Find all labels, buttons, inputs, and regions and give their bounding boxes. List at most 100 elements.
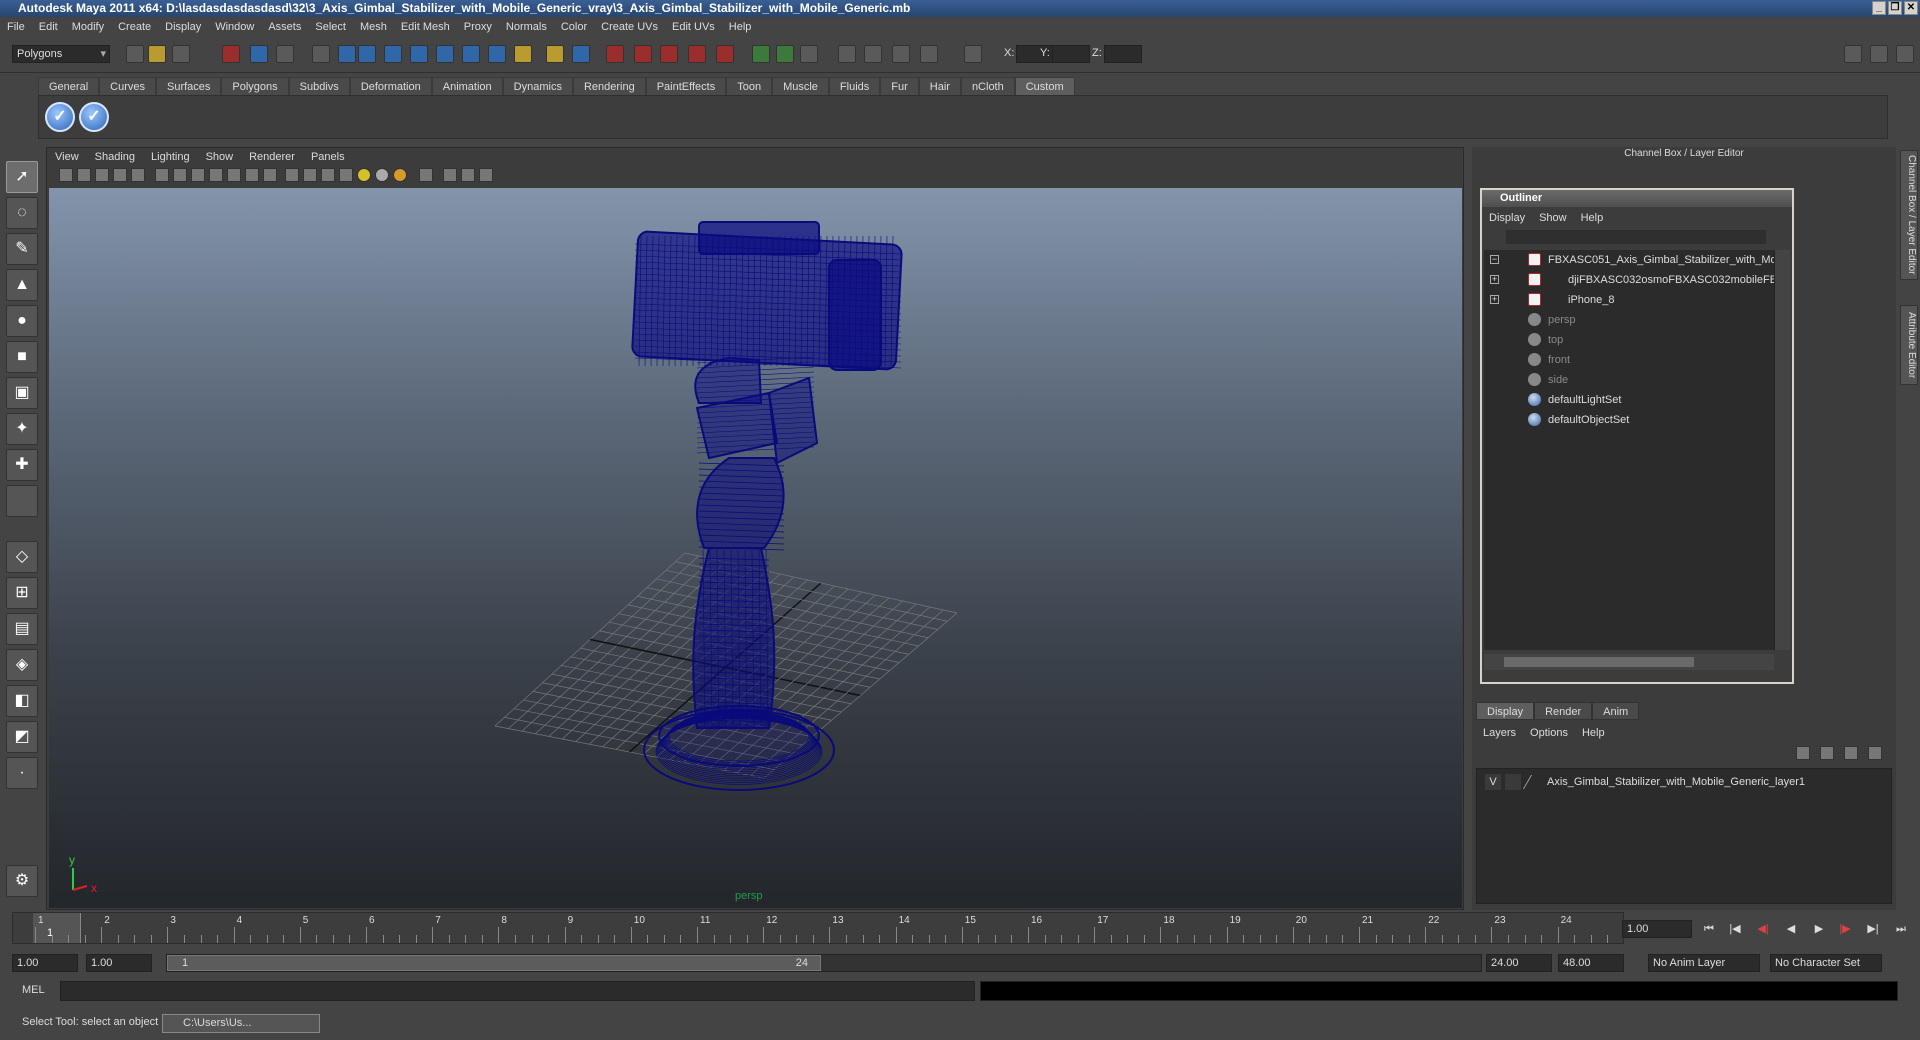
shelf-tab-deformation[interactable]: Deformation xyxy=(349,77,432,95)
shade-all-icon[interactable] xyxy=(285,168,299,182)
character-set-select[interactable]: No Character Set xyxy=(1770,954,1882,972)
menu-assets[interactable]: Assets xyxy=(261,17,308,37)
wire-on-shaded-icon[interactable] xyxy=(303,168,317,182)
history-icon[interactable] xyxy=(462,45,480,63)
menu-proxy[interactable]: Proxy xyxy=(457,17,499,37)
shelf-tab-painteffects[interactable]: PaintEffects xyxy=(645,77,727,95)
minimize-button[interactable]: _ xyxy=(1872,1,1886,15)
range-slider[interactable]: 1 24 xyxy=(166,954,1482,972)
shelf-tab-curves[interactable]: Curves xyxy=(99,77,156,95)
isolate-select-icon[interactable] xyxy=(419,168,433,182)
help-query-icon[interactable] xyxy=(514,45,532,63)
new-scene-icon[interactable] xyxy=(126,45,144,63)
bookmark-icon[interactable] xyxy=(95,168,109,182)
play-backwards-button[interactable]: ◀ xyxy=(1782,921,1800,937)
start-time-field[interactable]: 1.00 xyxy=(12,954,78,972)
layer-visibility-toggle[interactable]: V xyxy=(1485,774,1501,790)
check-icon[interactable]: ✓ xyxy=(45,102,75,132)
outliner-menu-display[interactable]: Display xyxy=(1482,209,1532,227)
outliner-vertical-scrollbar[interactable] xyxy=(1774,250,1790,650)
viewport-menu-renderer[interactable]: Renderer xyxy=(241,148,303,166)
outliner-menu-help[interactable]: Help xyxy=(1574,209,1611,227)
shelf-tab-surfaces[interactable]: Surfaces xyxy=(155,77,222,95)
viewport-menu-lighting[interactable]: Lighting xyxy=(143,148,198,166)
side-tab-channel-box[interactable]: Channel Box / Layer Editor xyxy=(1900,150,1918,280)
select-component-icon[interactable] xyxy=(276,45,294,63)
expand-toggle-icon[interactable]: + xyxy=(1490,295,1499,304)
transform-field-icon[interactable] xyxy=(964,45,982,63)
outliner-horizontal-scrollbar[interactable] xyxy=(1484,654,1774,670)
outliner-item[interactable]: persp xyxy=(1484,310,1774,330)
menu-create-uvs[interactable]: Create UVs xyxy=(594,17,665,37)
shelf-tab-general[interactable]: General xyxy=(38,77,100,95)
batch-render-icon[interactable] xyxy=(892,45,910,63)
shelf-tab-muscle[interactable]: Muscle xyxy=(772,77,829,95)
expand-toggle-icon[interactable]: − xyxy=(1490,255,1499,264)
menu-file[interactable]: File xyxy=(0,17,32,37)
menu-modify[interactable]: Modify xyxy=(65,17,111,37)
move-layer-up-icon[interactable] xyxy=(1796,746,1810,760)
show-manipulator-icon[interactable]: ✚ xyxy=(6,449,38,481)
z-field[interactable] xyxy=(1104,45,1142,63)
layer-menu-layers[interactable]: Layers xyxy=(1476,724,1523,742)
four-view-layout-icon[interactable]: ⊞ xyxy=(6,577,38,609)
render-globals-icon[interactable] xyxy=(864,45,882,63)
playblast-icon[interactable] xyxy=(920,45,938,63)
menu-edit-mesh[interactable]: Edit Mesh xyxy=(394,17,457,37)
menu-create[interactable]: Create xyxy=(111,17,158,37)
hypershade-icon[interactable] xyxy=(660,45,678,63)
current-frame-field[interactable]: 1.00 xyxy=(1622,920,1692,938)
outliner-item[interactable]: + iPhone_8 xyxy=(1484,290,1774,310)
viewport-menu-panels[interactable]: Panels xyxy=(303,148,353,166)
select-tool-icon[interactable]: ➚ xyxy=(6,161,38,193)
new-layer-from-selection-icon[interactable] xyxy=(1868,746,1882,760)
select-object-icon[interactable] xyxy=(250,45,268,63)
channel-box-toggle-icon[interactable] xyxy=(800,45,818,63)
safe-action-icon[interactable] xyxy=(191,168,205,182)
default-light-icon[interactable] xyxy=(357,168,371,182)
outliner-item[interactable]: + djiFBXASC032osmoFBXASC032mobileFBX xyxy=(1484,270,1774,290)
ipr-render-icon[interactable] xyxy=(606,45,624,63)
menu-edit-uvs[interactable]: Edit UVs xyxy=(665,17,722,37)
scale-tool-icon[interactable]: ■ xyxy=(6,341,38,373)
render-current-frame-icon[interactable] xyxy=(572,45,590,63)
time-slider[interactable]: 1 1 2 3 4 5 6 7 8 9 10 11 12 13 14 15 16 17 18 19 20 21 22 23 2… xyxy=(12,912,1624,944)
end-time-field[interactable]: 48.00 xyxy=(1558,954,1624,972)
image-plane-icon[interactable] xyxy=(113,168,127,182)
film-gate-icon[interactable] xyxy=(131,168,145,182)
make-live-icon[interactable] xyxy=(436,45,454,63)
outliner-menu-show[interactable]: Show xyxy=(1532,209,1574,227)
shadows-icon[interactable] xyxy=(393,168,407,182)
hypershade-persp-layout-icon[interactable]: ◧ xyxy=(6,685,38,717)
go-to-end-button[interactable]: ⏭ xyxy=(1892,921,1910,937)
layout-icon[interactable] xyxy=(1844,45,1862,63)
outliner-scroll-thumb[interactable] xyxy=(1504,657,1694,667)
camera-attributes-icon[interactable] xyxy=(77,168,91,182)
outliner-item[interactable]: defaultObjectSet xyxy=(1484,410,1774,430)
move-tool-icon[interactable]: ▲ xyxy=(6,269,38,301)
shelf-tab-rendering[interactable]: Rendering xyxy=(572,77,646,95)
outliner-item[interactable]: defaultLightSet xyxy=(1484,390,1774,410)
grid-icon[interactable] xyxy=(155,168,169,182)
viewport-menu-shading[interactable]: Shading xyxy=(87,148,143,166)
snap-grid-icon[interactable] xyxy=(338,45,356,63)
select-camera-icon[interactable] xyxy=(59,168,73,182)
shelf-tab-polygons[interactable]: Polygons xyxy=(221,77,289,95)
restore-button[interactable]: ❐ xyxy=(1888,1,1902,15)
text-icon[interactable] xyxy=(263,168,277,182)
side-tab-attribute-editor[interactable]: Attribute Editor xyxy=(1900,305,1918,385)
shelf-tab-animation[interactable]: Animation xyxy=(431,77,503,95)
lock-selection-icon[interactable] xyxy=(312,45,330,63)
playback-end-field[interactable]: 24.00 xyxy=(1486,954,1552,972)
play-forwards-button[interactable]: ▶ xyxy=(1810,921,1828,937)
layer-playback-toggle[interactable] xyxy=(1505,774,1521,790)
shelf-tab-hair[interactable]: Hair xyxy=(918,77,961,95)
menu-help[interactable]: Help xyxy=(722,17,759,37)
channel-box-icon[interactable] xyxy=(1870,45,1888,63)
command-language-label[interactable]: MEL xyxy=(22,984,45,996)
rotate-tool-icon[interactable]: ● xyxy=(6,305,38,337)
close-button[interactable]: ✕ xyxy=(1904,1,1918,15)
layer-menu-options[interactable]: Options xyxy=(1523,724,1575,742)
step-back-frame-button[interactable]: ◀| xyxy=(1754,921,1772,937)
anim-layer-select[interactable]: No Anim Layer xyxy=(1648,954,1760,972)
